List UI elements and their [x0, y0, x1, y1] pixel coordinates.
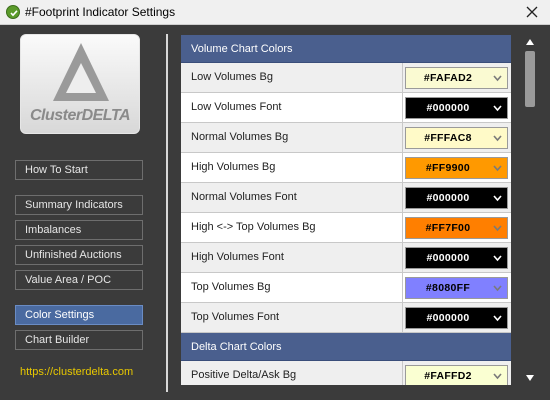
color-picker[interactable]: #000000 [405, 97, 508, 119]
setting-row: Low Volumes Font #000000 [181, 93, 511, 123]
chevron-down-icon [493, 225, 502, 232]
setting-row: Positive Delta/Ask Bg #FAFFD2 [181, 361, 511, 385]
panel-divider [166, 34, 168, 392]
color-value: #FFFAC8 [424, 132, 472, 144]
setting-row: Normal Volumes Font #000000 [181, 183, 511, 213]
setting-row: High Volumes Bg #FF9900 [181, 153, 511, 183]
setting-label: Low Volumes Bg [191, 71, 273, 83]
arrow-down-icon[interactable] [524, 373, 536, 383]
check-circle-icon [6, 5, 20, 19]
color-picker[interactable]: #FAFFD2 [405, 365, 508, 385]
scroll-thumb[interactable] [525, 51, 535, 107]
section-header-volume: Volume Chart Colors [181, 35, 511, 63]
chevron-down-icon [493, 195, 502, 202]
site-link[interactable]: https://clusterdelta.com [20, 366, 133, 378]
nav-color-settings[interactable]: Color Settings [15, 305, 143, 325]
color-picker[interactable]: #000000 [405, 187, 508, 209]
nav-chart-builder[interactable]: Chart Builder [15, 330, 143, 350]
nav-how-to-start[interactable]: How To Start [15, 160, 143, 180]
nav-unfinished-auctions[interactable]: Unfinished Auctions [15, 245, 143, 265]
color-value: #FAFFD2 [424, 370, 472, 382]
setting-label: Top Volumes Bg [191, 281, 271, 293]
chevron-down-icon [493, 135, 502, 142]
section-header-delta: Delta Chart Colors [181, 333, 511, 361]
setting-row: Top Volumes Font #000000 [181, 303, 511, 333]
arrow-up-icon[interactable] [524, 37, 536, 47]
chevron-down-icon [493, 255, 502, 262]
color-picker[interactable]: #FFFAC8 [405, 127, 508, 149]
color-value: #FAFAD2 [423, 72, 473, 84]
logo-text: ClusterDELTA [29, 107, 131, 124]
color-value: #000000 [426, 312, 470, 324]
chevron-down-icon [493, 105, 502, 112]
setting-label: High Volumes Bg [191, 161, 276, 173]
setting-label: High Volumes Font [191, 251, 284, 263]
scrollbar[interactable] [522, 35, 538, 385]
color-picker[interactable]: #000000 [405, 247, 508, 269]
clusterdelta-logo: ClusterDELTA [20, 34, 140, 134]
setting-row: Normal Volumes Bg #FFFAC8 [181, 123, 511, 153]
window-title: #Footprint Indicator Settings [25, 5, 176, 19]
color-value: #000000 [426, 252, 470, 264]
color-picker[interactable]: #FF9900 [405, 157, 508, 179]
color-value: #000000 [426, 102, 470, 114]
setting-label: Normal Volumes Font [191, 191, 297, 203]
color-value: #FF9900 [425, 162, 471, 174]
setting-row: High <-> Top Volumes Bg #FF7F00 [181, 213, 511, 243]
color-picker[interactable]: #000000 [405, 307, 508, 329]
setting-label: Low Volumes Font [191, 101, 282, 113]
color-settings-panel: Volume Chart Colors Low Volumes Bg #FAFA… [181, 35, 511, 385]
chevron-down-icon [493, 315, 502, 322]
window-body: ClusterDELTA How To Start Summary Indica… [1, 26, 549, 399]
color-value: #000000 [426, 192, 470, 204]
setting-row: High Volumes Font #000000 [181, 243, 511, 273]
setting-label: Positive Delta/Ask Bg [191, 369, 297, 381]
setting-row: Low Volumes Bg #FAFAD2 [181, 63, 511, 93]
nav-value-area-poc[interactable]: Value Area / POC [15, 270, 143, 290]
setting-label: Normal Volumes Bg [191, 131, 289, 143]
nav-summary-indicators[interactable]: Summary Indicators [15, 195, 143, 215]
chevron-down-icon [493, 285, 502, 292]
chevron-down-icon [493, 75, 502, 82]
setting-label: High <-> Top Volumes Bg [191, 221, 316, 233]
setting-row: Top Volumes Bg #8080FF [181, 273, 511, 303]
chevron-down-icon [493, 373, 502, 380]
chevron-down-icon [493, 165, 502, 172]
close-icon[interactable] [524, 4, 540, 20]
color-value: #8080FF [425, 282, 471, 294]
nav-imbalances[interactable]: Imbalances [15, 220, 143, 240]
setting-label: Top Volumes Font [191, 311, 280, 323]
color-picker[interactable]: #FAFAD2 [405, 67, 508, 89]
color-picker[interactable]: #FF7F00 [405, 217, 508, 239]
color-picker[interactable]: #8080FF [405, 277, 508, 299]
color-value: #FF7F00 [425, 222, 471, 234]
title-bar: #Footprint Indicator Settings [0, 0, 550, 25]
